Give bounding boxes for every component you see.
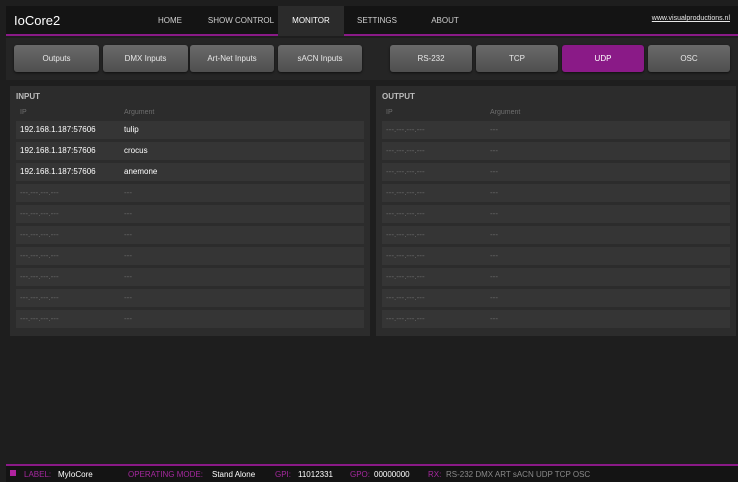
output-row-ip: ---.---.---.--- [386,125,425,134]
status-mode-key: OPERATING MODE: [128,470,203,479]
input-row-ip: ---.---.---.--- [20,209,59,218]
input-row-argument: --- [124,230,132,239]
nav-settings[interactable]: SETTINGS [344,6,410,36]
input-row: ---.---.---.--- --- [16,184,364,202]
output-row-ip: ---.---.---.--- [386,230,425,239]
input-row: ---.---.---.--- --- [16,226,364,244]
input-row: 192.168.1.187:57606 anemone [16,163,364,181]
output-row-argument: --- [490,314,498,323]
app-title: IoCore2 [14,13,61,28]
status-gpo-key: GPO: [350,470,371,479]
tab-art-net-inputs[interactable]: Art-Net Inputs [190,45,274,72]
output-row: ---.---.---.--- --- [382,247,730,265]
output-row-ip: ---.---.---.--- [386,146,425,155]
output-row: ---.---.---.--- --- [382,268,730,286]
status-label-key: LABEL: [24,470,52,479]
tab-tcp[interactable]: TCP [476,45,558,72]
input-panel: INPUT IP Argument 192.168.1.187:57606 tu… [10,86,370,336]
input-row-ip: ---.---.---.--- [20,293,59,302]
tab-rs-232[interactable]: RS-232 [390,45,472,72]
iocore-monitor-app: IoCore2 HOME SHOW CONTROL MONITOR SETTIN… [0,0,738,482]
input-row-argument: --- [124,272,132,281]
tab-sacn-inputs[interactable]: sACN Inputs [278,45,362,72]
output-ip-column-header: IP [386,109,393,116]
status-rx-value: RS-232 DMX ART sACN UDP TCP OSC [446,470,591,479]
output-row-ip: ---.---.---.--- [386,314,425,323]
input-row-argument: tulip [124,125,139,134]
input-row-argument: crocus [124,146,148,155]
top-nav-bar: IoCore2 HOME SHOW CONTROL MONITOR SETTIN… [6,6,738,36]
output-row: ---.---.---.--- --- [382,205,730,223]
nav-monitor[interactable]: MONITOR [278,6,344,36]
input-row: ---.---.---.--- --- [16,268,364,286]
input-row: ---.---.---.--- --- [16,247,364,265]
input-panel-title: INPUT [16,92,40,101]
status-mode-value: Stand Alone [212,470,256,479]
nav-home[interactable]: HOME [136,6,204,36]
input-row: 192.168.1.187:57606 crocus [16,142,364,160]
nav-show-control[interactable]: SHOW CONTROL [204,6,278,36]
output-row-argument: --- [490,272,498,281]
website-link[interactable]: www.visualproductions.nl [652,15,730,22]
output-row: ---.---.---.--- --- [382,226,730,244]
input-row-argument: --- [124,314,132,323]
status-gpo-value: 00000000 [374,470,410,479]
output-panel: OUTPUT IP Argument ---.---.---.--- --- -… [376,86,736,336]
input-row-ip: ---.---.---.--- [20,188,59,197]
input-row-argument: --- [124,293,132,302]
tab-osc[interactable]: OSC [648,45,730,72]
output-panel-title: OUTPUT [382,92,415,101]
input-ip-column-header: IP [20,109,27,116]
output-row-argument: --- [490,293,498,302]
output-row-argument: --- [490,209,498,218]
status-indicator-icon [10,470,16,476]
tab-outputs[interactable]: Outputs [14,45,99,72]
input-row-ip: 192.168.1.187:57606 [20,125,96,134]
output-row-argument: --- [490,230,498,239]
status-rx-key: RX: [428,470,442,479]
output-row: ---.---.---.--- --- [382,289,730,307]
tab-dmx-inputs[interactable]: DMX Inputs [103,45,188,72]
output-row-argument: --- [490,125,498,134]
status-gpi-key: GPI: [275,470,292,479]
output-row: ---.---.---.--- --- [382,163,730,181]
status-bar: LABEL: MyIoCore OPERATING MODE: Stand Al… [6,464,738,482]
input-row: ---.---.---.--- --- [16,205,364,223]
output-row-argument: --- [490,167,498,176]
input-row-ip: ---.---.---.--- [20,251,59,260]
output-row: ---.---.---.--- --- [382,121,730,139]
input-row-argument: --- [124,188,132,197]
tab-udp[interactable]: UDP [562,45,644,72]
status-gpi-value: 11012331 [298,470,333,479]
output-row: ---.---.---.--- --- [382,184,730,202]
input-row: 192.168.1.187:57606 tulip [16,121,364,139]
output-row-argument: --- [490,251,498,260]
input-row-ip: 192.168.1.187:57606 [20,146,96,155]
output-row-argument: --- [490,188,498,197]
input-row-ip: ---.---.---.--- [20,314,59,323]
input-row-ip: ---.---.---.--- [20,230,59,239]
input-row-ip: 192.168.1.187:57606 [20,167,96,176]
output-row-ip: ---.---.---.--- [386,209,425,218]
output-row: ---.---.---.--- --- [382,142,730,160]
output-row-ip: ---.---.---.--- [386,293,425,302]
output-argument-column-header: Argument [490,109,521,116]
input-argument-column-header: Argument [124,109,155,116]
output-row-ip: ---.---.---.--- [386,188,425,197]
input-row-argument: --- [124,209,132,218]
nav-about[interactable]: ABOUT [410,6,480,36]
status-label-value: MyIoCore [58,470,93,479]
input-row-ip: ---.---.---.--- [20,272,59,281]
input-row: ---.---.---.--- --- [16,310,364,328]
input-row: ---.---.---.--- --- [16,289,364,307]
monitor-tab-strip: Outputs DMX Inputs Art-Net Inputs sACN I… [6,38,738,80]
output-row-ip: ---.---.---.--- [386,251,425,260]
input-row-argument: anemone [124,167,158,176]
output-row-ip: ---.---.---.--- [386,167,425,176]
output-row-ip: ---.---.---.--- [386,272,425,281]
output-row: ---.---.---.--- --- [382,310,730,328]
output-row-argument: --- [490,146,498,155]
input-row-argument: --- [124,251,132,260]
